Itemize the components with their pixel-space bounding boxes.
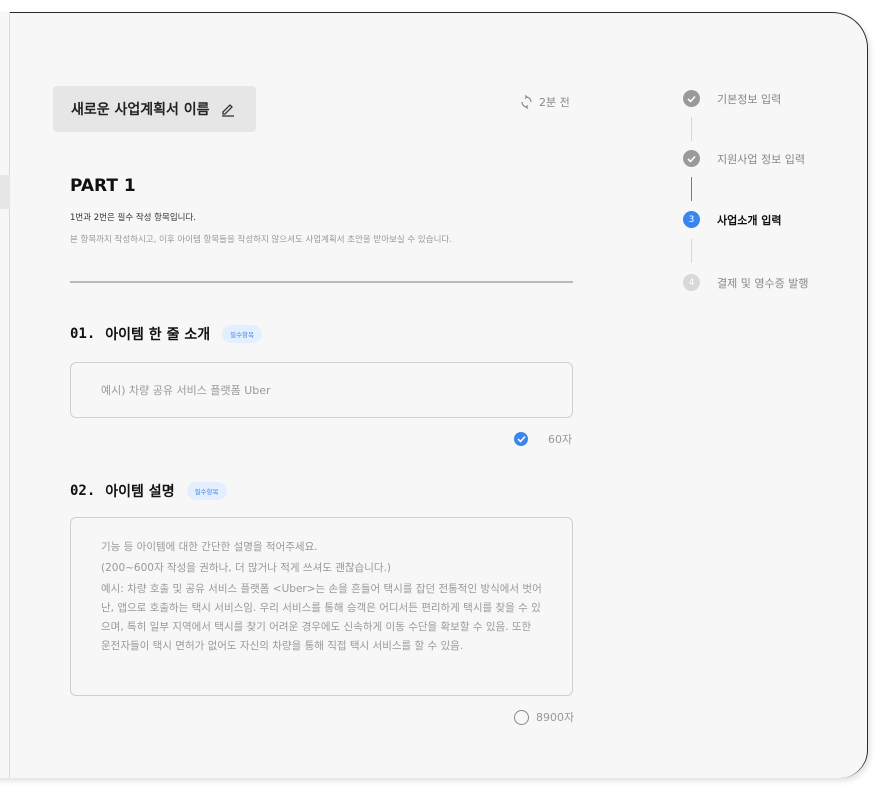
- step-connector: [691, 117, 692, 141]
- step-payment-receipt[interactable]: 4 결제 및 영수증 발행: [683, 274, 808, 291]
- question-1-char-count: 60자: [548, 433, 573, 446]
- question-1-number: 01.: [70, 326, 96, 342]
- item-description-textarea[interactable]: 기능 등 아이템에 대한 간단한 설명을 적어주세요. (200~600자 작성…: [70, 517, 573, 696]
- part-guide-note: 본 항목까지 작성하시고, 이후 아이템 항목들을 작성하지 않으셔도 사업계획…: [70, 235, 452, 245]
- sync-icon: [521, 95, 532, 109]
- step-number: 3: [683, 211, 700, 228]
- part-title: PART 1: [70, 176, 136, 196]
- step-support-info[interactable]: 지원사업 정보 입력: [683, 150, 805, 167]
- section-divider: [70, 281, 573, 283]
- left-sidebar-edge: [0, 12, 10, 778]
- question-2-heading: 02. 아이템 설명 필수항목: [70, 481, 227, 501]
- step-connector-active: [691, 177, 692, 201]
- required-badge: 필수항목: [186, 482, 227, 500]
- step-label: 결제 및 영수증 발행: [717, 276, 809, 290]
- empty-circle-icon: [514, 709, 529, 725]
- step-label: 지원사업 정보 입력: [717, 152, 805, 166]
- step-business-intro[interactable]: 3 사업소개 입력: [683, 211, 782, 228]
- sidebar-active-stub[interactable]: [0, 175, 10, 209]
- question-2-title: 아이템 설명: [105, 484, 175, 500]
- step-basic-info[interactable]: 기본정보 입력: [683, 90, 781, 107]
- question-1-heading: 01. 아이템 한 줄 소개 필수항목: [70, 324, 263, 344]
- placeholder-line: 기능 등 아이템에 대한 간단한 설명을 적어주세요.: [101, 541, 318, 553]
- document-title-chip[interactable]: 새로운 사업계획서 이름: [53, 86, 256, 132]
- step-connector: [691, 239, 692, 263]
- question-2-char-count: 8900자: [536, 711, 575, 724]
- placeholder-line: (200~600자 작성을 권하나, 더 많거나 적게 쓰셔도 괜찮습니다.): [101, 562, 391, 574]
- item-one-line-placeholder: 예시) 차량 공유 서비스 플랫폼 Uber: [101, 384, 271, 397]
- placeholder-example: 예시: 차량 호출 및 공유 서비스 플랫폼 <Uber>는 손을 흔들어 택시…: [101, 583, 542, 652]
- step-label: 기본정보 입력: [717, 92, 782, 106]
- item-one-line-input[interactable]: 예시) 차량 공유 서비스 플랫폼 Uber: [70, 362, 573, 418]
- question-2-counter: 8900자: [514, 709, 574, 725]
- required-badge: 필수항목: [222, 325, 263, 343]
- check-icon: [683, 90, 700, 107]
- step-number: 4: [683, 274, 700, 291]
- check-circle-icon: [514, 432, 528, 446]
- question-2-number: 02.: [70, 483, 96, 499]
- autosave-status: 2분 전: [520, 94, 570, 110]
- autosave-time: 2분 전: [539, 96, 570, 109]
- step-label: 사업소개 입력: [717, 213, 782, 227]
- document-title: 새로운 사업계획서 이름: [71, 102, 210, 118]
- part-required-note: 1번과 2번은 필수 작성 항목입니다.: [70, 213, 196, 223]
- check-icon: [683, 150, 700, 167]
- question-1-counter: 60자: [514, 431, 572, 447]
- edit-pencil-icon[interactable]: [220, 101, 236, 117]
- question-1-title: 아이템 한 줄 소개: [105, 327, 211, 343]
